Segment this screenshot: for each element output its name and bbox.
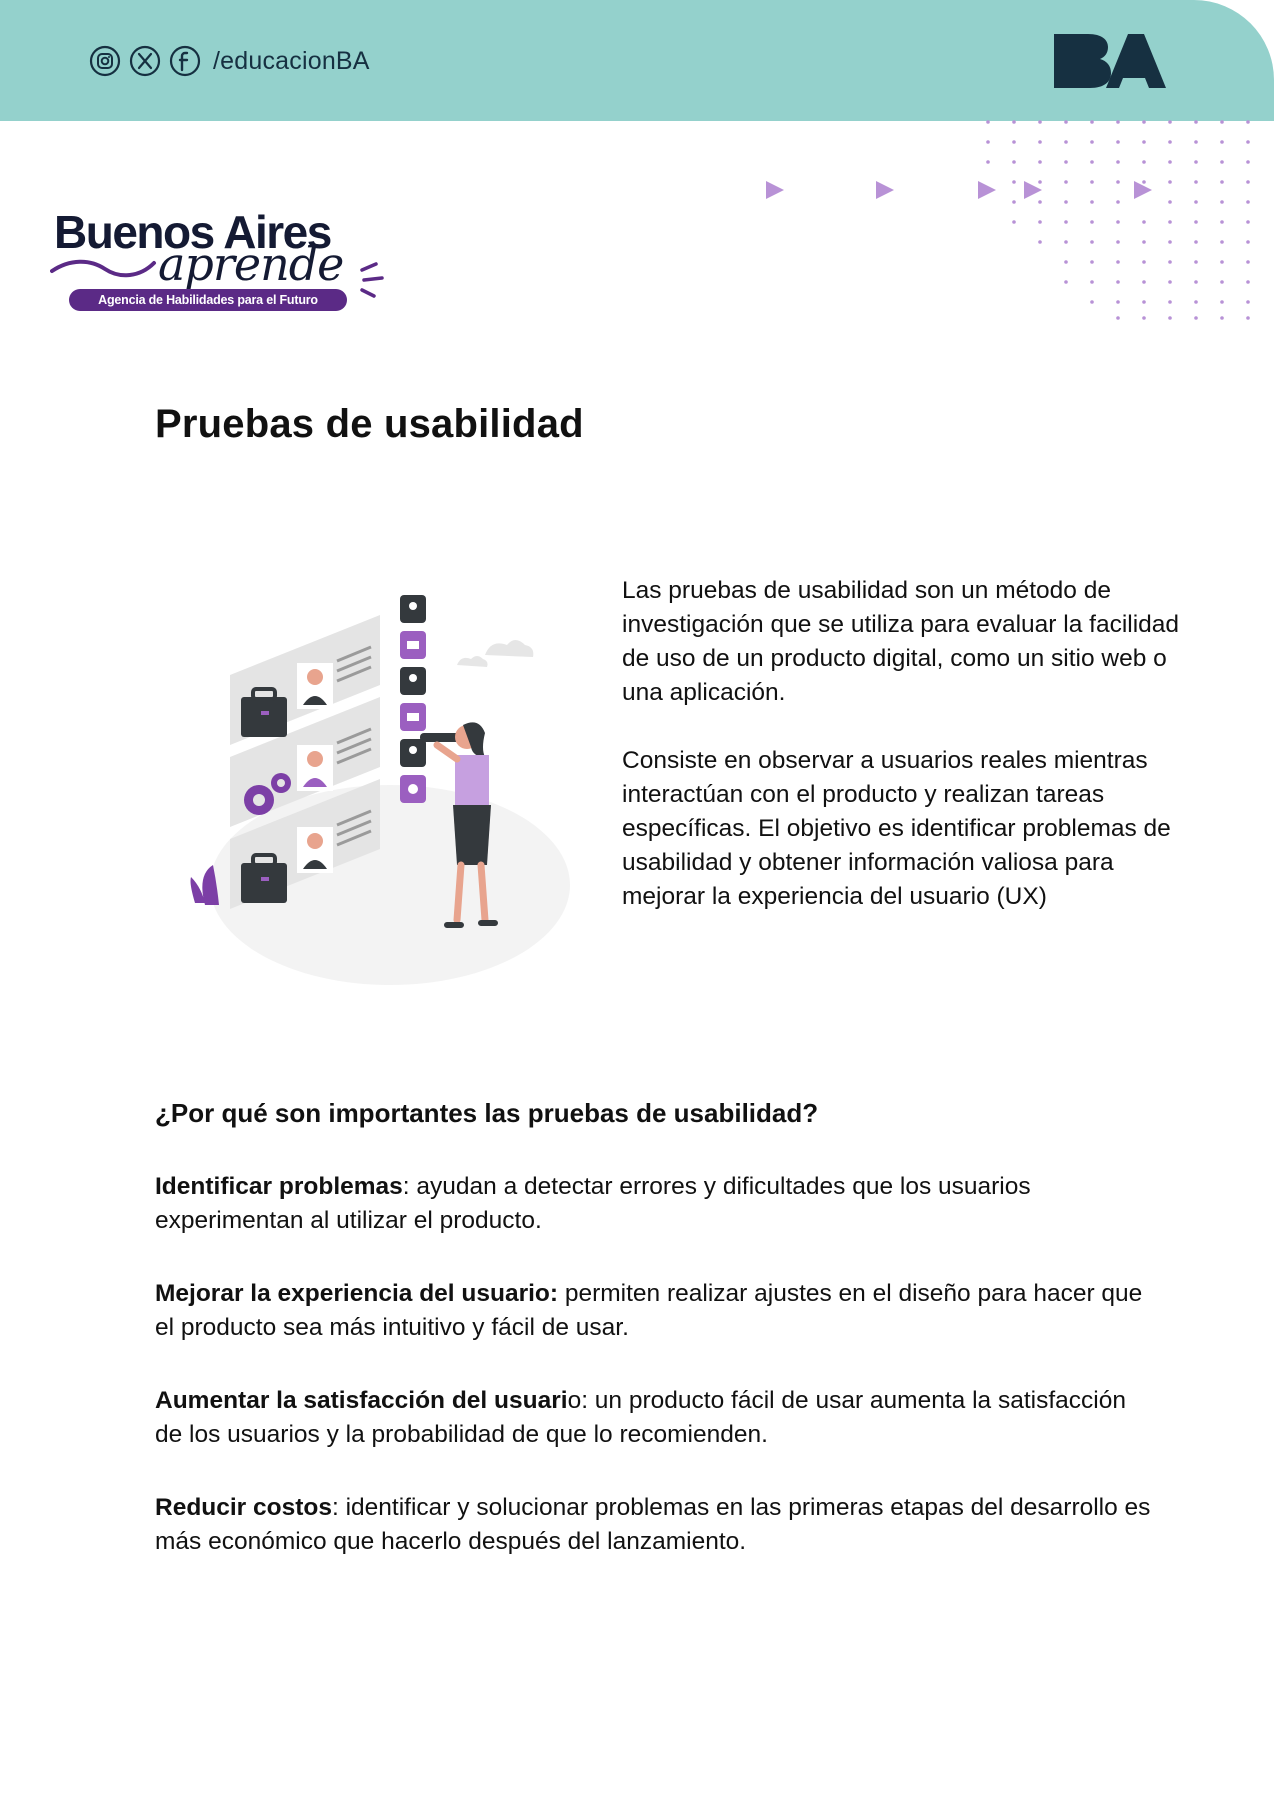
- usability-testing-illustration: [190, 595, 570, 985]
- section-heading: ¿Por qué son importantes las pruebas de …: [155, 1098, 819, 1128]
- facebook-icon[interactable]: [169, 45, 201, 77]
- intro-text: Las pruebas de usabilidad son un método …: [622, 574, 1182, 948]
- x-icon[interactable]: [129, 45, 161, 77]
- benefit-item: Mejorar la experiencia del usuario: perm…: [155, 1277, 1155, 1345]
- brand-spark: [360, 262, 384, 298]
- benefits-list: Identificar problemas: ayudan a detectar…: [155, 1170, 1155, 1598]
- brand-tagline: Agencia de Habilidades para el Futuro: [69, 289, 347, 311]
- brand-swoosh: [50, 259, 156, 278]
- decorative-dots-arrows: [766, 120, 1250, 320]
- benefit-title: Aumentar la satisfacción del usuari: [155, 1387, 568, 1414]
- benefit-title: Mejorar la experiencia del usuario:: [155, 1280, 559, 1307]
- header-band: /educacionBA: [0, 0, 1274, 121]
- intro-paragraph: Las pruebas de usabilidad son un método …: [622, 577, 1180, 706]
- social-handle[interactable]: /educacionBA: [213, 47, 370, 76]
- page-title: Pruebas de usabilidad: [155, 402, 584, 446]
- ba-logo: [1054, 34, 1166, 88]
- benefit-title: Identificar problemas: [155, 1173, 403, 1200]
- social-links: /educacionBA: [89, 44, 370, 78]
- brand-subname: aprende: [158, 237, 344, 291]
- benefit-item: Reducir costos: identificar y solucionar…: [155, 1491, 1155, 1559]
- brand-logo: Buenos Aires aprende Agencia de Habilida…: [50, 205, 390, 315]
- benefit-title: Reducir costos: [155, 1494, 332, 1521]
- benefit-item: Aumentar la satisfacción del usuario: un…: [155, 1384, 1155, 1452]
- instagram-icon[interactable]: [89, 45, 121, 77]
- intro-paragraph: Consiste en observar a usuarios reales m…: [622, 747, 1171, 910]
- benefit-item: Identificar problemas: ayudan a detectar…: [155, 1170, 1155, 1238]
